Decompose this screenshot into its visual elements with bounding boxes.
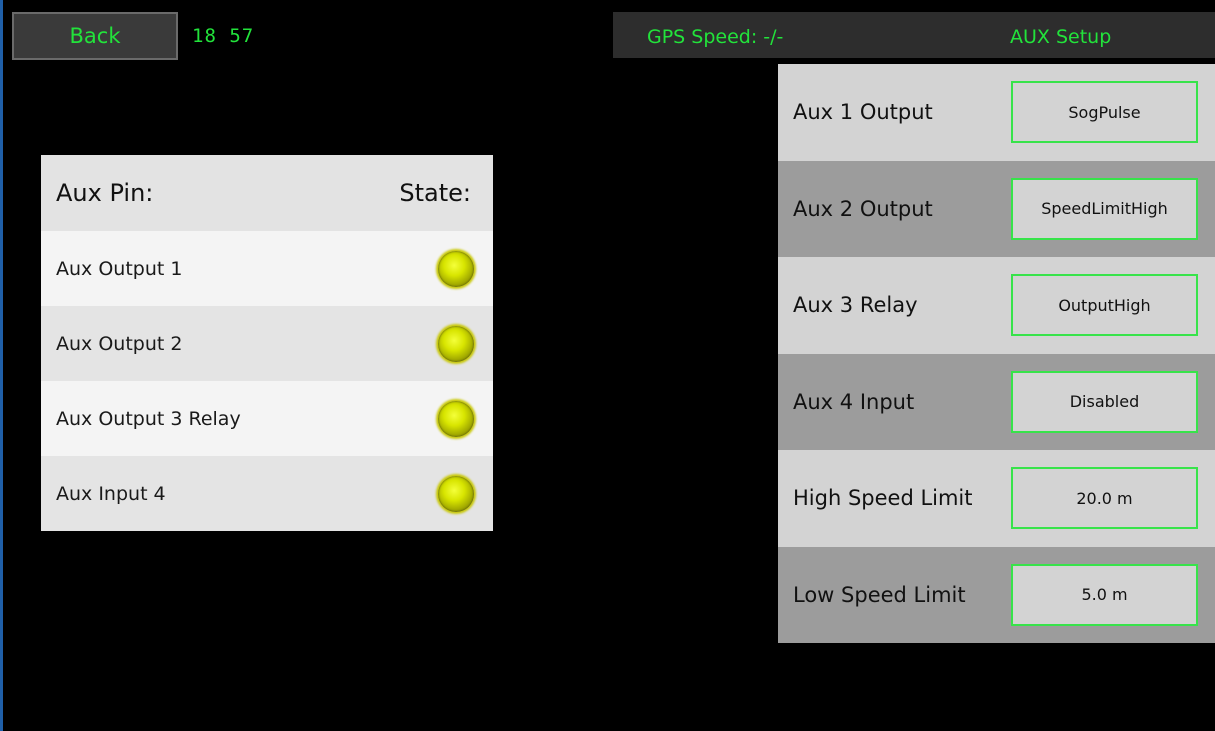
setting-aux-3-relay: Aux 3 Relay OutputHigh	[778, 257, 1215, 354]
setting-low-speed-limit: Low Speed Limit 5.0 m	[778, 546, 1215, 643]
aux-state-table: Aux Pin: State: Aux Output 1 Aux Output …	[41, 155, 493, 531]
state-row-label: Aux Input 4	[56, 482, 166, 505]
high-speed-limit-field[interactable]: 20.0 m	[1011, 467, 1198, 530]
state-row-aux-output-3-relay: Aux Output 3 Relay	[41, 381, 493, 456]
state-row-label: Aux Output 3 Relay	[56, 407, 241, 430]
aux-2-output-select[interactable]: SpeedLimitHigh	[1011, 177, 1198, 240]
state-row-label: Aux Output 2	[56, 332, 183, 355]
aux-settings-panel: Aux 1 Output SogPulse Aux 2 Output Speed…	[778, 64, 1215, 643]
setting-label: High Speed Limit	[793, 486, 973, 511]
state-row-aux-output-1: Aux Output 1	[41, 231, 493, 306]
window-edge	[0, 0, 3, 731]
page-title: AUX Setup	[1010, 26, 1112, 48]
setting-aux-2-output: Aux 2 Output SpeedLimitHigh	[778, 160, 1215, 257]
setting-label: Aux 2 Output	[793, 196, 933, 221]
gps-speed-readout: GPS Speed: -/-	[647, 26, 784, 48]
setting-high-speed-limit: High Speed Limit 20.0 m	[778, 450, 1215, 547]
setting-label: Low Speed Limit	[793, 582, 966, 607]
setting-label: Aux 3 Relay	[793, 293, 918, 318]
state-led-icon	[438, 250, 474, 287]
setting-label: Aux 4 Input	[793, 389, 915, 414]
state-led-icon	[438, 400, 474, 437]
setting-aux-4-input: Aux 4 Input Disabled	[778, 353, 1215, 450]
back-button[interactable]: Back	[12, 12, 178, 60]
aux-1-output-select[interactable]: SogPulse	[1011, 81, 1198, 144]
clock-display: 18 57	[192, 25, 255, 47]
setting-aux-1-output: Aux 1 Output SogPulse	[778, 64, 1215, 161]
state-led-icon	[438, 475, 474, 512]
state-row-aux-output-2: Aux Output 2	[41, 306, 493, 381]
aux-3-relay-select[interactable]: OutputHigh	[1011, 274, 1198, 337]
aux-pin-column-header: Aux Pin:	[56, 179, 154, 207]
state-row-label: Aux Output 1	[56, 257, 183, 280]
aux-4-input-select[interactable]: Disabled	[1011, 370, 1198, 433]
low-speed-limit-field[interactable]: 5.0 m	[1011, 563, 1198, 626]
aux-setup-screen: Back 18 57 GPS Speed: -/- AUX Setup Aux …	[0, 0, 1215, 731]
state-column-header: State:	[399, 179, 471, 207]
setting-label: Aux 1 Output	[793, 100, 933, 125]
state-table-header: Aux Pin: State:	[41, 155, 493, 231]
state-led-icon	[438, 325, 474, 362]
state-row-aux-input-4: Aux Input 4	[41, 456, 493, 531]
